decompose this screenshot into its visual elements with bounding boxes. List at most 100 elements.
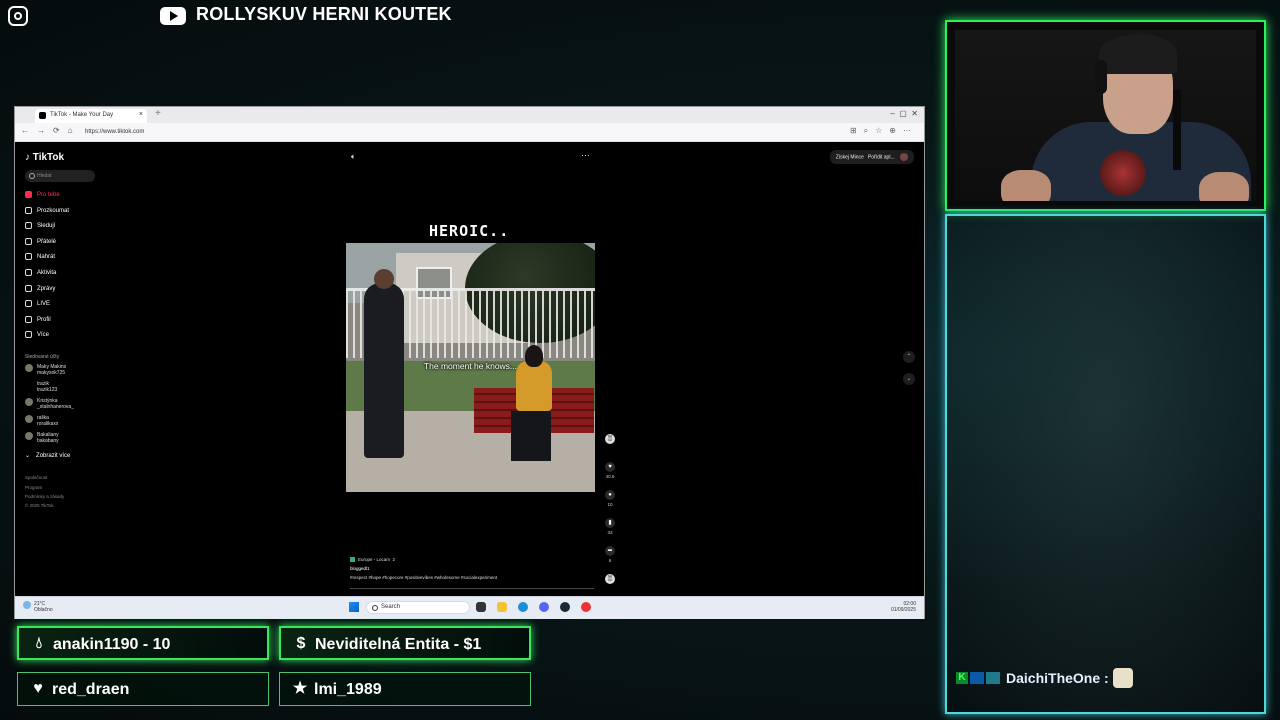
task-view-icon[interactable]	[476, 602, 486, 612]
nav-zpravy[interactable]: Zprávy	[25, 285, 55, 295]
tiktok-logo[interactable]: ♪ TikTok	[25, 152, 64, 163]
avatar	[25, 415, 33, 423]
nav-pratele[interactable]: Přátelé	[25, 238, 56, 248]
shirt-logo	[1100, 150, 1146, 196]
ellipsis-icon[interactable]: ⋯	[581, 150, 590, 161]
window-controls[interactable]: – ▢ ✕	[890, 109, 918, 118]
instagram-icon	[8, 6, 28, 26]
dollar-icon: $	[296, 635, 306, 652]
weather-widget[interactable]: 21°C Oblačno	[23, 601, 53, 613]
avatar	[25, 432, 33, 440]
steam-icon[interactable]	[560, 602, 570, 612]
search-input[interactable]: Hledat	[25, 170, 95, 182]
nav-buttons[interactable]: ←→⟳⌂	[21, 126, 81, 135]
system-tray[interactable]: 02:00 01/09/2025	[891, 601, 916, 613]
chat-username: DaichiTheOne	[1006, 670, 1101, 686]
windows-start-icon[interactable]	[349, 602, 359, 612]
video-person-legs	[511, 411, 551, 461]
app-icon[interactable]	[581, 602, 591, 612]
creator-avatar[interactable]: 🐰︎	[605, 434, 615, 446]
follower-alert: ★ lmi_1989	[279, 672, 531, 706]
location-icon	[350, 557, 355, 563]
chat-badge-icon	[986, 672, 1000, 684]
video-author[interactable]: bloggedl1	[350, 564, 497, 573]
previous-video-button[interactable]: ⌃	[903, 351, 915, 363]
avatar	[25, 364, 33, 372]
footer-link[interactable]: Program	[25, 485, 42, 490]
chat-badge-icon	[970, 672, 984, 684]
star-icon: ★	[292, 680, 308, 697]
video-progress-bar[interactable]	[350, 588, 594, 589]
video-player[interactable]: The moment he knows...	[346, 243, 595, 492]
following-account[interactable]: ralika roralikaxx	[25, 415, 58, 427]
more-icon	[25, 331, 32, 338]
new-tab-icon[interactable]: +	[155, 108, 161, 119]
nav-nahrat[interactable]: Nahrát	[25, 253, 55, 263]
footer-link[interactable]: Podmínky a zásady	[25, 494, 64, 499]
get-app-button[interactable]: Pořídit apl...	[868, 154, 895, 160]
chevron-up-icon: ⌃	[906, 354, 912, 360]
following-account[interactable]: Bakaliany bakabany	[25, 432, 59, 444]
volume-icon[interactable]: 🔈︎	[351, 152, 356, 162]
get-coins-button[interactable]: Získej Mince	[836, 154, 864, 160]
browser-toolbar-icons[interactable]: ⊞⌕☆⊕⋯	[850, 126, 918, 136]
top-right-actions: Získej Mince Pořídit apl...	[829, 150, 914, 164]
youtube-icon	[160, 7, 186, 25]
comment-button[interactable]: ● 10	[605, 490, 615, 507]
channel-name: ROLLYSKUV HERNI KOUTEK	[196, 4, 452, 24]
bunny-avatar-icon: 🐰︎	[605, 434, 615, 444]
nav-pro-tebe[interactable]: Pro tebe	[25, 191, 60, 201]
browser-tab[interactable]: TikTok - Make Your Day ×	[35, 109, 147, 123]
following-icon	[25, 222, 32, 229]
following-account[interactable]: Kristýnka _stalnhanerova_	[25, 398, 74, 410]
streamer-beanie	[1099, 34, 1177, 74]
footer-link[interactable]: Společnost	[25, 475, 47, 480]
discord-icon[interactable]	[539, 602, 549, 612]
location-tag[interactable]: Europe - Locam 2	[350, 555, 497, 564]
like-button[interactable]: ♥ 40.6	[605, 462, 615, 479]
nav-profil[interactable]: Profil	[25, 316, 51, 326]
sound-disc[interactable]: 🐰︎	[605, 574, 615, 586]
microphone-arm	[1173, 90, 1181, 170]
avatar[interactable]	[900, 153, 908, 161]
file-explorer-icon[interactable]	[497, 602, 507, 612]
close-tab-icon[interactable]: ×	[139, 111, 143, 118]
url-field[interactable]: https://www.tiktok.com	[85, 129, 144, 135]
heart-icon: ♥	[605, 462, 615, 472]
compass-icon	[25, 207, 32, 214]
upload-icon	[25, 253, 32, 260]
copyright: © 2025 TikTok	[25, 503, 54, 508]
taskbar-search[interactable]: Search	[366, 601, 470, 614]
chevron-down-icon: ⌄	[25, 453, 31, 459]
video-hashtags[interactable]: #respect #hope #hopecore #positivevibes …	[350, 573, 497, 582]
tiktok-page: ♪ TikTok Hledat Pro tebe Prozkoumat Sled…	[17, 142, 922, 595]
activity-icon	[25, 269, 32, 276]
webcam-feed	[955, 30, 1256, 201]
save-button[interactable]: ▮ 33	[605, 518, 615, 535]
nav-vice[interactable]: Více	[25, 331, 49, 341]
friends-icon	[25, 238, 32, 245]
nav-sleduji[interactable]: Sledují	[25, 222, 55, 232]
webcam-frame	[945, 20, 1266, 211]
nav-live[interactable]: LIVE	[25, 300, 50, 310]
edge-icon[interactable]	[518, 602, 528, 612]
tab-bar: TikTok - Make Your Day × + – ▢ ✕	[15, 107, 924, 123]
video-caption: The moment he knows...	[423, 361, 518, 371]
tiktok-favicon-icon	[39, 112, 46, 119]
profile-icon	[25, 316, 32, 323]
live-icon	[25, 300, 32, 307]
following-account[interactable]: Maky Makins makysok725	[25, 364, 66, 376]
nav-prozkoumat[interactable]: Prozkoumat	[25, 207, 69, 217]
bunny-disc-icon: 🐰︎	[605, 574, 615, 584]
follower-alert: ♥ red_draen	[17, 672, 269, 706]
chevron-down-icon: ⌄	[906, 376, 912, 382]
next-video-button[interactable]: ⌄	[903, 373, 915, 385]
following-account[interactable]: trazik trazik123	[25, 381, 57, 393]
nav-aktivita[interactable]: Aktivita	[25, 269, 56, 279]
show-more-link[interactable]: ⌄ Zobrazit více	[25, 452, 70, 462]
share-button[interactable]: ➦ 6	[605, 546, 615, 563]
video-overlay-title: HEROIC..	[429, 222, 510, 240]
donation-alert: 💧︎ anakin1190 - 10	[17, 626, 269, 660]
share-icon: ➦	[605, 546, 615, 556]
chat-message: K DaichiTheOne :	[956, 668, 1133, 688]
